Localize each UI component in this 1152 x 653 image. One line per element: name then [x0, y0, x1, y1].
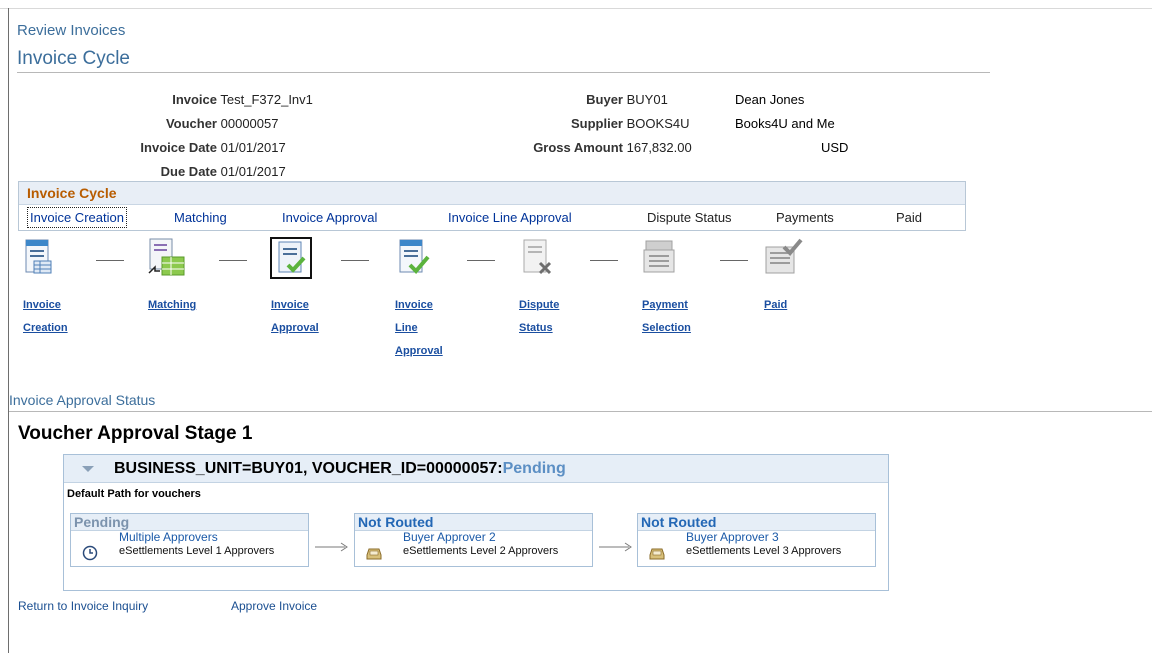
clock-icon: [82, 545, 98, 561]
dispute-status-icon[interactable]: [518, 237, 560, 279]
step-invoice-approval[interactable]: Invoice Approval: [271, 294, 319, 340]
voucher-label: Voucher: [165, 116, 217, 131]
buyer-label: Buyer: [586, 92, 623, 107]
invoice-cycle-header: Invoice Cycle: [19, 182, 965, 205]
approval-header-text: BUSINESS_UNIT=BUY01, VOUCHER_ID=00000057…: [114, 460, 503, 477]
inbox-icon: [649, 548, 665, 560]
step-payment-selection[interactable]: Payment Selection: [642, 294, 691, 340]
stage-title: Voucher Approval Stage 1: [18, 423, 253, 444]
paid-icon[interactable]: [763, 237, 805, 279]
approver-status: Not Routed: [638, 514, 875, 531]
tab-invoice-creation[interactable]: Invoice Creation: [27, 207, 127, 228]
buyer-name: Dean Jones: [735, 92, 805, 107]
tab-invoice-approval[interactable]: Invoice Approval: [282, 205, 377, 230]
approve-invoice-link[interactable]: Approve Invoice: [231, 599, 317, 613]
buyer-value: BUY01: [626, 92, 668, 107]
left-border: [8, 8, 9, 653]
top-divider: [0, 8, 1152, 9]
step-line[interactable]: Paid: [764, 294, 787, 317]
tab-paid: Paid: [896, 210, 923, 225]
flow-arrow-icon: [599, 542, 632, 552]
approver-description: eSettlements Level 1 Approvers: [119, 545, 275, 557]
invoice-date-field: Invoice Date 01/01/2017: [120, 140, 286, 155]
tab-dispute-status: Dispute Status: [647, 210, 732, 225]
gross-amount-value: 167,832.00: [626, 140, 692, 155]
gross-amount-label: Gross Amount: [533, 140, 623, 155]
cycle-connector: [720, 260, 748, 261]
approver-name-link[interactable]: Buyer Approver 2: [403, 531, 496, 544]
invoice-cycle-panel: Invoice Cycle Invoice Creation Matching …: [18, 181, 966, 231]
invoice-creation-icon[interactable]: [20, 237, 62, 279]
invoice-label: Invoice: [172, 92, 217, 107]
voucher-value: 00000057: [220, 116, 279, 131]
flow-arrow-icon: [315, 542, 348, 552]
step-line[interactable]: Line: [395, 317, 443, 340]
due-date-field: Due Date 01/01/2017: [120, 164, 286, 179]
supplier-label: Supplier: [570, 116, 623, 131]
cycle-connector: [341, 260, 369, 261]
inbox-icon: [366, 548, 382, 560]
cycle-connector: [590, 260, 618, 261]
approver-card-1: Pending Multiple Approvers eSettlements …: [70, 513, 309, 567]
step-line[interactable]: Invoice: [23, 294, 68, 317]
approver-description: eSettlements Level 2 Approvers: [403, 545, 559, 557]
cycle-connector: [467, 260, 495, 261]
invoice-line-approval-icon[interactable]: [394, 237, 436, 279]
tab-matching[interactable]: Matching: [174, 205, 227, 230]
approver-name-link[interactable]: Multiple Approvers: [119, 531, 218, 544]
approver-status: Not Routed: [355, 514, 592, 531]
currency-code: USD: [821, 140, 849, 155]
step-line[interactable]: Matching: [148, 294, 196, 317]
step-line[interactable]: Invoice: [395, 294, 443, 317]
buyer-field: Buyer BUY01: [500, 92, 668, 107]
approver-status: Pending: [71, 514, 308, 531]
step-line[interactable]: Dispute: [519, 294, 559, 317]
approver-description: eSettlements Level 3 Approvers: [686, 545, 842, 557]
gross-amount-field: Gross Amount 167,832.00: [500, 140, 692, 155]
section-divider: [9, 411, 1152, 412]
step-line[interactable]: Approval: [395, 340, 443, 363]
collapse-triangle-icon[interactable]: [82, 466, 94, 472]
invoice-date-label: Invoice Date: [140, 140, 217, 155]
page-title: Invoice Cycle: [17, 48, 990, 73]
cycle-tabs: Invoice Creation Matching Invoice Approv…: [19, 205, 965, 230]
approver-card-3: Not Routed Buyer Approver 3 eSettlements…: [637, 513, 876, 567]
approver-card-2: Not Routed Buyer Approver 2 eSettlements…: [354, 513, 593, 567]
supplier-field: Supplier BOOKS4U: [500, 116, 690, 131]
step-dispute-status[interactable]: Dispute Status: [519, 294, 559, 340]
step-matching[interactable]: Matching: [148, 294, 196, 317]
breadcrumb-review-invoices[interactable]: Review Invoices: [17, 22, 125, 39]
approval-panel-header[interactable]: BUSINESS_UNIT=BUY01, VOUCHER_ID=00000057…: [64, 455, 888, 483]
path-label: Default Path for vouchers: [67, 488, 201, 500]
return-to-invoice-inquiry-link[interactable]: Return to Invoice Inquiry: [18, 599, 148, 613]
cycle-connector: [219, 260, 247, 261]
approval-panel: BUSINESS_UNIT=BUY01, VOUCHER_ID=00000057…: [63, 454, 889, 591]
due-date-label: Due Date: [160, 164, 217, 179]
step-invoice-creation[interactable]: Invoice Creation: [23, 294, 68, 340]
voucher-field: Voucher 00000057: [120, 116, 279, 131]
invoice-approval-icon[interactable]: [270, 237, 312, 279]
matching-icon[interactable]: [145, 237, 187, 279]
step-line[interactable]: Selection: [642, 317, 691, 340]
step-paid[interactable]: Paid: [764, 294, 787, 317]
step-line[interactable]: Payment: [642, 294, 691, 317]
approval-section-title: Invoice Approval Status: [9, 392, 156, 408]
tab-payments: Payments: [776, 210, 834, 225]
invoice-value: Test_F372_Inv1: [220, 92, 313, 107]
tab-invoice-line-approval[interactable]: Invoice Line Approval: [448, 205, 572, 230]
approver-name-link[interactable]: Buyer Approver 3: [686, 531, 779, 544]
approval-header-status: Pending: [502, 460, 566, 477]
step-line[interactable]: Status: [519, 317, 559, 340]
payment-selection-icon[interactable]: [641, 237, 683, 279]
step-line[interactable]: Creation: [23, 317, 68, 340]
supplier-name: Books4U and Me: [735, 116, 835, 131]
step-line[interactable]: Invoice: [271, 294, 319, 317]
cycle-connector: [96, 260, 124, 261]
invoice-field: Invoice Test_F372_Inv1: [120, 92, 313, 107]
step-line[interactable]: Approval: [271, 317, 319, 340]
step-invoice-line-approval[interactable]: Invoice Line Approval: [395, 294, 443, 363]
invoice-date-value: 01/01/2017: [220, 140, 286, 155]
due-date-value: 01/01/2017: [220, 164, 286, 179]
supplier-value: BOOKS4U: [626, 116, 690, 131]
